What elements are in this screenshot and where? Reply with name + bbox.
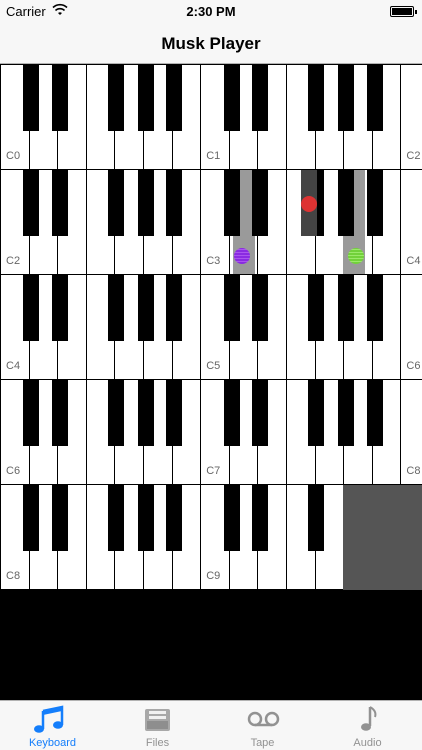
black-key[interactable] <box>166 380 183 446</box>
black-key[interactable] <box>166 275 183 341</box>
tab-keyboard-label: Keyboard <box>28 737 77 749</box>
black-key[interactable] <box>107 485 124 551</box>
black-key[interactable] <box>338 380 355 446</box>
empty-key-area <box>343 485 422 590</box>
black-key[interactable] <box>107 170 124 236</box>
octave-label: C6 <box>406 360 421 372</box>
black-key[interactable] <box>137 380 154 446</box>
octave-label: C7 <box>206 465 221 477</box>
tab-keyboard[interactable]: Keyboard <box>0 701 105 750</box>
black-key[interactable] <box>52 380 69 446</box>
black-key[interactable] <box>252 380 269 446</box>
black-key[interactable] <box>308 275 325 341</box>
black-key[interactable] <box>137 65 154 131</box>
black-key[interactable] <box>366 275 383 341</box>
black-key[interactable] <box>52 65 69 131</box>
black-key[interactable] <box>137 485 154 551</box>
piano-row: C0 C1 C2 <box>0 65 422 170</box>
tab-tape-label: Tape <box>250 737 275 749</box>
octave-label: C6 <box>6 465 21 477</box>
piano-row: C6 C7 C8 <box>0 380 422 485</box>
piano-row: C4 C5 C6 <box>0 275 422 380</box>
black-key[interactable] <box>23 65 40 131</box>
black-key[interactable] <box>23 380 40 446</box>
black-key[interactable] <box>166 65 183 131</box>
tab-bar: Keyboard Files Tape Audio <box>0 700 422 750</box>
black-key[interactable] <box>52 275 69 341</box>
music-note-beamed-icon <box>34 705 64 733</box>
black-key[interactable] <box>308 485 325 551</box>
black-key[interactable] <box>308 65 325 131</box>
black-key[interactable] <box>223 170 240 236</box>
black-key[interactable] <box>252 65 269 131</box>
black-key[interactable] <box>223 380 240 446</box>
black-key[interactable] <box>223 275 240 341</box>
black-key[interactable] <box>252 275 269 341</box>
piano-row: C2 C3 C4 <box>0 170 422 275</box>
black-key[interactable] <box>52 170 69 236</box>
tab-files[interactable]: Files <box>105 701 210 750</box>
nav-bar: Musk Player <box>0 24 422 64</box>
keyboard-area[interactable]: C0 C1 C2 C2 C3 C4 C4 C5 C6 C6 C7 C8 C8 C9 <box>0 65 422 590</box>
black-key[interactable] <box>23 275 40 341</box>
octave-label: C8 <box>6 570 21 582</box>
octave-label: C2 <box>6 255 21 267</box>
music-note-icon <box>361 706 377 731</box>
black-key[interactable] <box>107 275 124 341</box>
battery-icon <box>390 6 417 17</box>
octave-label: C1 <box>206 150 221 162</box>
black-key[interactable] <box>23 170 40 236</box>
black-key[interactable] <box>338 170 355 236</box>
tab-audio[interactable]: Audio <box>315 701 420 750</box>
black-key[interactable] <box>252 170 269 236</box>
octave-label: C0 <box>6 150 21 162</box>
tab-files-label: Files <box>145 737 170 749</box>
black-key[interactable] <box>107 380 124 446</box>
black-key[interactable] <box>338 275 355 341</box>
black-key[interactable] <box>23 485 40 551</box>
touch-point-marker <box>234 248 250 264</box>
black-key[interactable] <box>137 170 154 236</box>
touch-point-marker <box>348 248 364 264</box>
octave-label: C8 <box>406 465 421 477</box>
black-key[interactable] <box>107 65 124 131</box>
black-key[interactable] <box>366 170 383 236</box>
octave-label: C3 <box>206 255 221 267</box>
black-key[interactable] <box>366 65 383 131</box>
black-key[interactable] <box>223 485 240 551</box>
tab-audio-label: Audio <box>353 737 382 749</box>
touch-point-marker <box>301 196 317 212</box>
piano-row: C8 C9 <box>0 485 422 590</box>
octave-label: C5 <box>206 360 221 372</box>
voicemail-tape-icon <box>247 711 280 727</box>
tab-tape[interactable]: Tape <box>210 701 315 750</box>
clock: 2:30 PM <box>186 4 236 19</box>
octave-label: C4 <box>6 360 21 372</box>
black-key[interactable] <box>366 380 383 446</box>
black-key[interactable] <box>252 485 269 551</box>
octave-label: C4 <box>406 255 421 267</box>
black-key[interactable] <box>338 65 355 131</box>
octave-label: C2 <box>406 150 421 162</box>
octave-label: C9 <box>206 570 221 582</box>
black-key[interactable] <box>166 170 183 236</box>
file-tray-icon <box>145 709 170 731</box>
black-key[interactable] <box>308 380 325 446</box>
black-key[interactable] <box>166 485 183 551</box>
black-key[interactable] <box>137 275 154 341</box>
page-title: Musk Player <box>161 34 261 53</box>
black-key[interactable] <box>223 65 240 131</box>
status-bar: Carrier 2:30 PM <box>0 0 422 24</box>
black-key[interactable] <box>52 485 69 551</box>
